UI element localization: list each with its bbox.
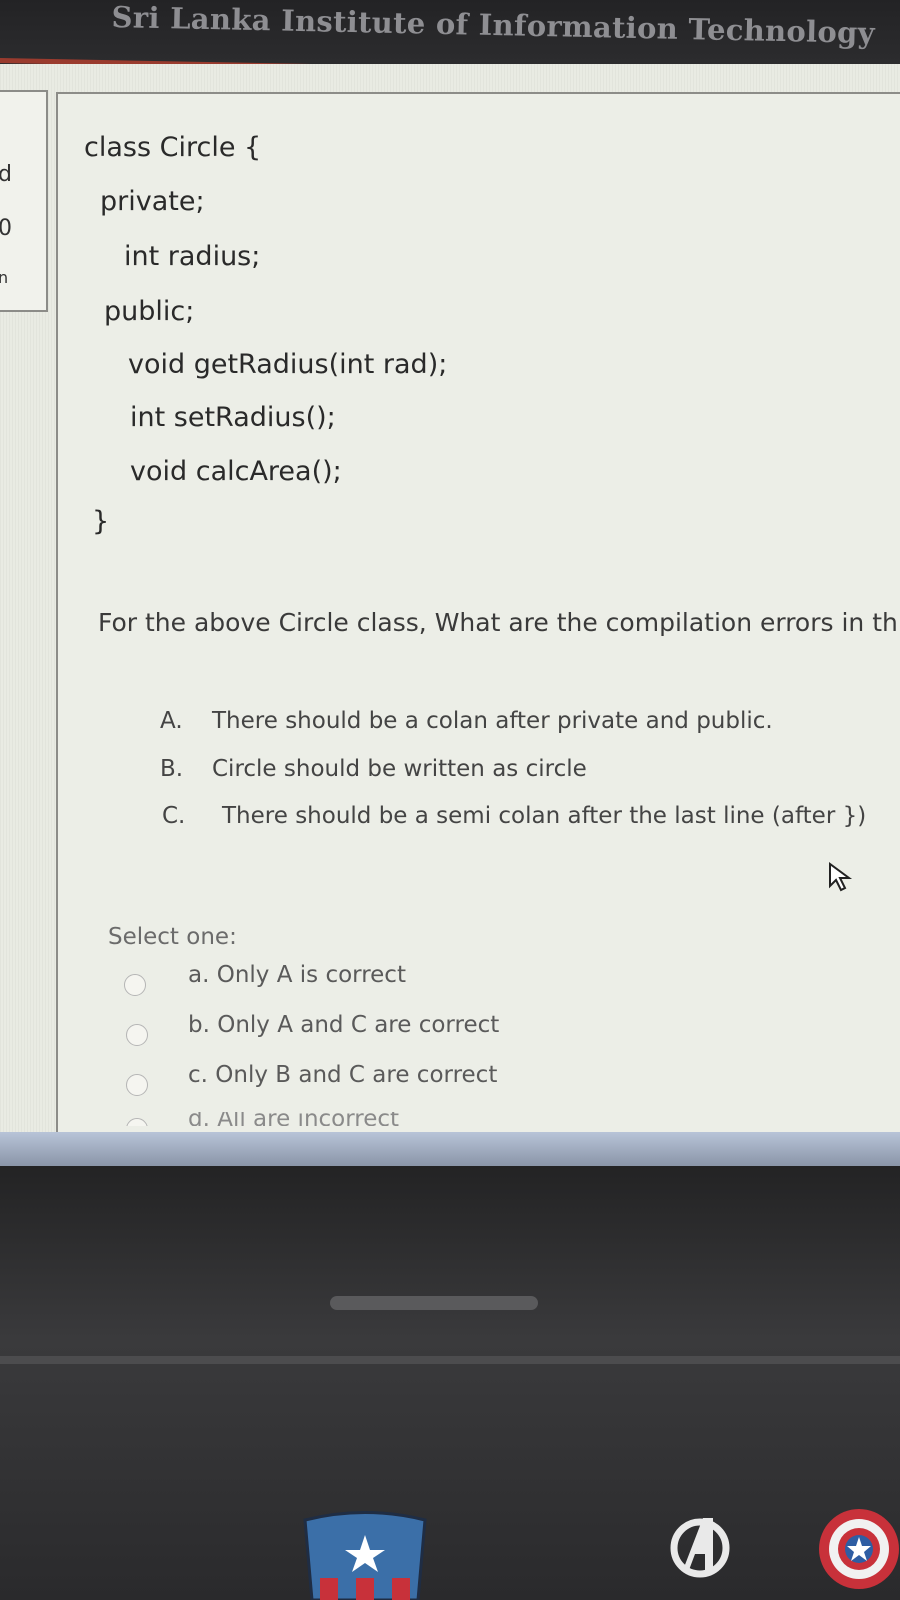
captain-america-sticker-icon: [303, 1511, 427, 1600]
screen-bottom-edge: [0, 1132, 900, 1166]
option-a-label[interactable]: a. Only A is correct: [188, 962, 406, 988]
code-line: void calcArea();: [130, 456, 342, 487]
option-d-label[interactable]: d. All are incorrect: [188, 1112, 399, 1126]
option-d-clip: d. All are incorrect: [120, 1112, 820, 1126]
option-b-label[interactable]: b. Only A and C are correct: [188, 1012, 499, 1038]
code-line: }: [92, 506, 110, 537]
option-d-radio[interactable]: [126, 1118, 148, 1126]
code-line: int setRadius();: [130, 402, 336, 433]
select-one-label: Select one:: [108, 924, 237, 950]
code-line: int radius;: [124, 241, 261, 272]
option-a-radio[interactable]: [124, 974, 146, 996]
laptop-body: [0, 1166, 900, 1600]
statement-letter: B.: [160, 756, 184, 782]
sidebar-fragment: 0: [0, 216, 12, 241]
statement-letter: C.: [162, 803, 186, 829]
option-b-radio[interactable]: [126, 1024, 148, 1046]
mouse-pointer-icon: [829, 862, 853, 892]
laptop-hinge: [330, 1296, 538, 1310]
sidebar-fragment: d: [0, 162, 12, 187]
keyboard-edge: [0, 1356, 900, 1364]
statement-text: Circle should be written as circle: [212, 756, 587, 782]
statement-text: There should be a semi colan after the l…: [222, 803, 867, 829]
bezel-brand-text: Sri Lanka Institute of Information Techn…: [111, 0, 876, 50]
code-line: void getRadius(int rad);: [128, 349, 448, 380]
code-line: class Circle {: [84, 132, 262, 163]
sidebar-fragment: n: [0, 268, 9, 287]
left-sidebar-panel: d 0 n: [0, 90, 48, 312]
shield-icon: [819, 1509, 899, 1589]
statement-text: There should be a colan after private an…: [212, 708, 773, 734]
statement-letter: A.: [160, 708, 183, 734]
code-line: public;: [104, 296, 195, 327]
question-text: For the above Circle class, What are the…: [98, 608, 898, 637]
option-c-label[interactable]: c. Only B and C are correct: [188, 1062, 497, 1088]
statement-item: C. There should be a semi colan after the…: [162, 803, 866, 829]
quiz-screen: d 0 n class Circle { private; int radius…: [0, 64, 900, 1194]
statement-item: B. Circle should be written as circle: [160, 756, 587, 782]
option-c-radio[interactable]: [126, 1074, 148, 1096]
statement-item: A. There should be a colan after private …: [160, 708, 773, 734]
avengers-logo-icon: [670, 1518, 730, 1578]
code-line: private;: [100, 186, 205, 217]
